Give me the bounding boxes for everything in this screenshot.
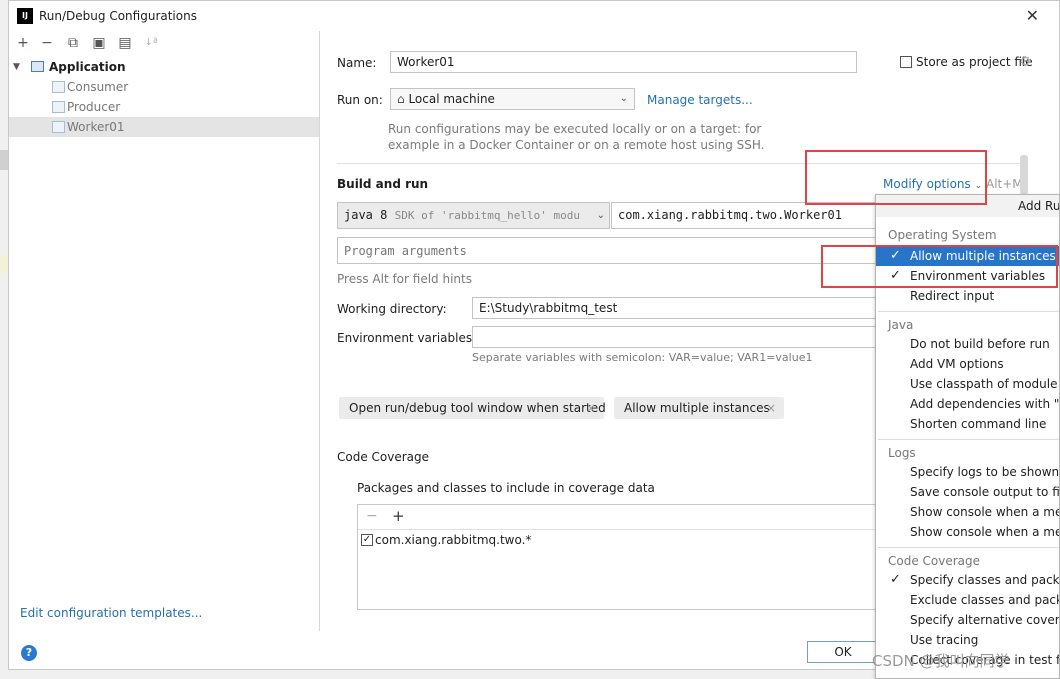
build-run-heading: Build and run	[337, 177, 429, 191]
menu-group-code-coverage: Code Coverage	[888, 554, 981, 568]
coverage-item-checkbox[interactable]: ✓	[361, 534, 373, 546]
manage-targets-link[interactable]: Manage targets...	[647, 93, 753, 107]
environment-variables-hint: Separate variables with semicolon: VAR=v…	[472, 351, 813, 364]
alt-field-hint: Press Alt for field hints	[337, 272, 472, 286]
jdk-select[interactable]: java 8 SDK of 'rabbitmq_hello' modu ⌄	[337, 202, 610, 229]
name-input[interactable]: Worker01	[390, 51, 857, 73]
run-on-hint-line-2: example in a Docker Container or on a re…	[388, 138, 765, 152]
watermark: CSDN @我叫向同学	[872, 652, 1010, 670]
environment-variables-input[interactable]	[472, 326, 882, 348]
menu-item-use-tracing[interactable]: Use tracing	[910, 630, 978, 650]
ide-background-highlight	[0, 255, 8, 273]
run-on-label: Run on:	[337, 93, 383, 107]
help-icon[interactable]: ?	[21, 645, 37, 661]
jdk-detail: SDK of 'rabbitmq_hello' modu	[394, 209, 581, 222]
name-label: Name:	[337, 56, 377, 70]
save-icon[interactable]: ▣	[91, 35, 107, 51]
config-icon	[52, 101, 65, 113]
chip-label: Allow multiple instances	[624, 401, 770, 415]
highlight-os-options	[821, 245, 1058, 288]
menu-group-java: Java	[888, 318, 914, 332]
application-icon	[31, 61, 44, 72]
menu-item-use-classpath[interactable]: Use classpath of module	[910, 374, 1057, 394]
program-arguments-input[interactable]	[337, 237, 887, 264]
menu-header-label: Add Run	[1018, 199, 1060, 213]
coverage-list: − + ✓ com.xiang.rabbitmq.two.*	[357, 504, 879, 610]
tree-label: Consumer	[67, 80, 129, 94]
menu-item-specify-classes[interactable]: Specify classes and packages	[910, 570, 1059, 590]
home-icon: ⌂	[397, 92, 405, 106]
modify-options-shortcut: Alt+M	[986, 177, 1023, 191]
store-project-checkbox[interactable]	[900, 56, 912, 68]
coverage-toolbar: − +	[358, 505, 878, 530]
config-icon	[52, 81, 65, 93]
scrollbar[interactable]	[1020, 155, 1028, 195]
menu-separator	[878, 439, 1059, 440]
copy-icon[interactable]: ⧉	[65, 35, 81, 51]
menu-item-add-dependencies[interactable]: Add dependencies with "pro	[910, 394, 1059, 414]
menu-item-show-console-stderr[interactable]: Show console when a messa	[910, 522, 1059, 542]
tree-label: Worker01	[67, 120, 125, 134]
tree-item-worker01[interactable]: Worker01	[9, 117, 319, 137]
menu-item-do-not-build[interactable]: Do not build before run	[910, 334, 1050, 354]
environment-variables-label: Environment variables:	[337, 331, 477, 345]
working-directory-input[interactable]: E:\Study\rabbitmq_test	[472, 297, 882, 319]
config-icon	[52, 121, 65, 133]
remove-icon[interactable]: −	[366, 508, 378, 524]
coverage-packages-label: Packages and classes to include in cover…	[357, 481, 655, 495]
chevron-down-icon: ⌄	[619, 93, 628, 104]
close-icon[interactable]: ✕	[1026, 6, 1039, 25]
main-class-input[interactable]: com.xiang.rabbitmq.two.Worker01	[611, 202, 881, 229]
check-icon: ✓	[890, 572, 901, 587]
menu-item-save-console-output[interactable]: Save console output to file	[910, 482, 1059, 502]
store-project-label: Store as project file	[916, 55, 1033, 69]
ok-button[interactable]: OK	[807, 641, 879, 663]
run-on-value: Local machine	[408, 92, 495, 106]
edit-templates-link[interactable]: Edit configuration templates...	[20, 606, 202, 620]
tree-item-consumer[interactable]: Consumer	[9, 77, 319, 97]
working-directory-label: Working directory:	[337, 302, 447, 316]
intellij-logo-icon: IJ	[17, 8, 33, 24]
gear-icon[interactable]: ⚙	[1019, 54, 1032, 70]
menu-item-exclude-classes[interactable]: Exclude classes and package	[910, 590, 1059, 610]
remove-icon[interactable]: −	[39, 35, 55, 51]
tree-item-producer[interactable]: Producer	[9, 97, 319, 117]
menu-item-add-vm-options[interactable]: Add VM options	[910, 354, 1004, 374]
menu-item-shorten-command-line[interactable]: Shorten command line	[910, 414, 1046, 434]
add-icon[interactable]: +	[392, 507, 405, 525]
run-on-hint-line-1: Run configurations may be executed local…	[388, 122, 762, 136]
menu-group-logs: Logs	[888, 446, 916, 460]
sort-icon[interactable]: ↓ª	[143, 35, 159, 51]
run-on-select[interactable]: ⌂ Local machine ⌄	[390, 88, 635, 110]
chevron-down-icon[interactable]: ▼	[13, 57, 20, 77]
chip-open-tool-window: Open run/debug tool window when started …	[339, 397, 606, 419]
menu-separator	[878, 547, 1059, 548]
tree-toolbar: + − ⧉ ▣ ▤ ↓ª	[9, 31, 319, 55]
add-icon[interactable]: +	[15, 35, 31, 51]
folder-icon[interactable]: ▤	[117, 35, 133, 51]
menu-item-show-console-stdout[interactable]: Show console when a messa	[910, 502, 1059, 522]
menu-item-alternative-coverage[interactable]: Specify alternative coverage	[910, 610, 1059, 630]
title-bar: IJ Run/Debug Configurations ✕	[9, 1, 1059, 31]
chevron-down-icon: ⌄	[596, 203, 605, 228]
menu-item-redirect-input[interactable]: Redirect input	[910, 286, 994, 306]
window-title: Run/Debug Configurations	[39, 9, 197, 23]
highlight-modify-options	[805, 150, 987, 205]
jdk-value: java 8	[344, 208, 388, 222]
coverage-item: com.xiang.rabbitmq.two.*	[375, 533, 532, 547]
configurations-panel: + − ⧉ ▣ ▤ ↓ª ▼ Application Consumer Prod…	[9, 31, 320, 631]
close-icon[interactable]: ×	[766, 397, 776, 419]
menu-group-operating-system: Operating System	[888, 228, 997, 242]
chip-allow-multiple-instances: Allow multiple instances ×	[614, 397, 784, 419]
tree-item-application[interactable]: ▼ Application	[9, 57, 319, 77]
tree-label: Application	[49, 60, 126, 74]
tree-label: Producer	[67, 100, 121, 114]
ide-background-strip	[0, 150, 8, 170]
chip-label: Open run/debug tool window when started	[349, 401, 606, 415]
menu-item-specify-logs[interactable]: Specify logs to be shown in c	[910, 462, 1059, 482]
code-coverage-heading: Code Coverage	[337, 450, 430, 464]
close-icon[interactable]: ×	[586, 397, 596, 419]
menu-separator	[878, 311, 1059, 312]
